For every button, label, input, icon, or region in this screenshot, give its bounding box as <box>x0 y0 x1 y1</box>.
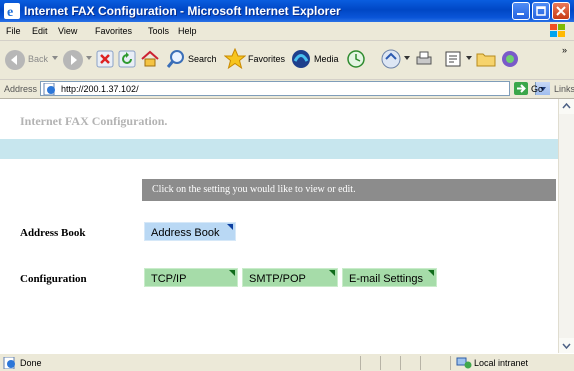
mail-icon[interactable] <box>380 48 402 70</box>
go-arrow-icon[interactable] <box>514 82 528 95</box>
address-book-row-label: Address Book <box>20 227 86 239</box>
back-icon[interactable] <box>4 49 26 71</box>
title-bar[interactable]: e Internet FAX Configuration - Microsoft… <box>0 0 574 22</box>
maximize-button[interactable] <box>532 2 550 20</box>
status-bar: Done Local intranet <box>0 353 574 371</box>
maximize-icon <box>536 6 546 16</box>
intranet-icon <box>456 357 472 369</box>
minimize-button[interactable] <box>512 2 530 20</box>
close-icon <box>556 6 566 16</box>
header-band <box>0 139 558 159</box>
history-icon[interactable] <box>346 49 366 69</box>
search-label[interactable]: Search <box>188 54 217 64</box>
refresh-icon[interactable] <box>118 50 136 68</box>
address-book-button[interactable]: Address Book <box>144 222 236 241</box>
tcpip-button-label: TCP/IP <box>151 273 187 285</box>
go-button[interactable]: Go <box>531 84 543 94</box>
scroll-up-button[interactable] <box>559 99 574 114</box>
vertical-scrollbar[interactable] <box>558 99 574 353</box>
links-label[interactable]: Links <box>554 84 574 94</box>
menu-bar: File Edit View Favorites Tools Help <box>0 22 574 41</box>
address-input[interactable]: http://200.1.37.102/ <box>40 81 550 96</box>
edit-dropdown-icon[interactable] <box>466 56 472 61</box>
edit-icon[interactable] <box>444 50 462 68</box>
page-icon <box>43 83 55 95</box>
favorites-star-icon[interactable] <box>224 48 246 70</box>
menu-tools[interactable]: Tools <box>148 26 169 36</box>
address-label: Address <box>4 84 38 94</box>
status-divider <box>360 356 361 370</box>
corner-arrow-icon <box>428 270 434 276</box>
smtp-pop-button-label: SMTP/POP <box>249 273 306 285</box>
folder-icon[interactable] <box>476 50 496 68</box>
forward-dropdown-icon[interactable] <box>86 56 92 61</box>
corner-arrow-icon <box>227 224 233 230</box>
menu-help[interactable]: Help <box>178 26 197 36</box>
forward-icon[interactable] <box>62 49 84 71</box>
corner-arrow-icon <box>229 270 235 276</box>
address-book-button-label: Address Book <box>151 227 220 239</box>
back-label[interactable]: Back <box>28 54 48 64</box>
toolbar: Back Search Favorites Media » <box>0 41 574 80</box>
back-dropdown-icon[interactable] <box>52 56 58 61</box>
page-title: Internet FAX Configuration. <box>20 114 168 128</box>
status-divider <box>380 356 381 370</box>
status-text: Done <box>20 358 42 368</box>
status-divider <box>400 356 401 370</box>
smtp-pop-button[interactable]: SMTP/POP <box>242 268 338 287</box>
email-settings-button[interactable]: E-mail Settings <box>342 268 437 287</box>
menu-favorites[interactable]: Favorites <box>95 26 132 36</box>
menu-edit[interactable]: Edit <box>32 26 48 36</box>
chevron-up-icon <box>562 102 571 109</box>
home-icon[interactable] <box>140 49 160 69</box>
windows-logo-icon <box>550 24 565 37</box>
email-settings-button-label: E-mail Settings <box>349 273 423 285</box>
security-zone-label: Local intranet <box>474 358 529 368</box>
status-divider <box>450 356 451 370</box>
browser-window: e Internet FAX Configuration - Microsoft… <box>0 0 574 371</box>
instruction-banner: Click on the setting you would like to v… <box>142 179 556 201</box>
page-content: Internet FAX Configuration. Click on the… <box>0 99 558 353</box>
favorites-label[interactable]: Favorites <box>248 54 285 64</box>
mail-dropdown-icon[interactable] <box>404 56 410 61</box>
address-url: http://200.1.37.102/ <box>61 84 139 94</box>
media-label[interactable]: Media <box>314 54 339 64</box>
svg-text:e: e <box>7 5 13 19</box>
menu-file[interactable]: File <box>6 26 21 36</box>
address-bar: Address http://200.1.37.102/ Go Links <box>0 80 574 99</box>
media-icon[interactable] <box>290 48 312 70</box>
search-icon[interactable] <box>166 49 186 69</box>
page-done-icon <box>3 357 15 369</box>
toolbar-overflow-icon[interactable]: » <box>562 45 567 55</box>
menu-view[interactable]: View <box>58 26 77 36</box>
minimize-icon <box>517 13 524 15</box>
stop-icon[interactable] <box>96 50 114 68</box>
status-divider <box>420 356 421 370</box>
scroll-down-button[interactable] <box>559 338 574 353</box>
window-title: Internet FAX Configuration - Microsoft I… <box>24 4 341 18</box>
close-button[interactable] <box>552 2 570 20</box>
configuration-row-label: Configuration <box>20 273 87 285</box>
instruction-text: Click on the setting you would like to v… <box>152 184 356 195</box>
ie-icon: e <box>4 3 20 19</box>
chevron-down-icon <box>562 343 571 350</box>
corner-arrow-icon <box>329 270 335 276</box>
tcpip-button[interactable]: TCP/IP <box>144 268 238 287</box>
messenger-icon[interactable] <box>500 49 520 69</box>
print-icon[interactable] <box>414 49 434 69</box>
